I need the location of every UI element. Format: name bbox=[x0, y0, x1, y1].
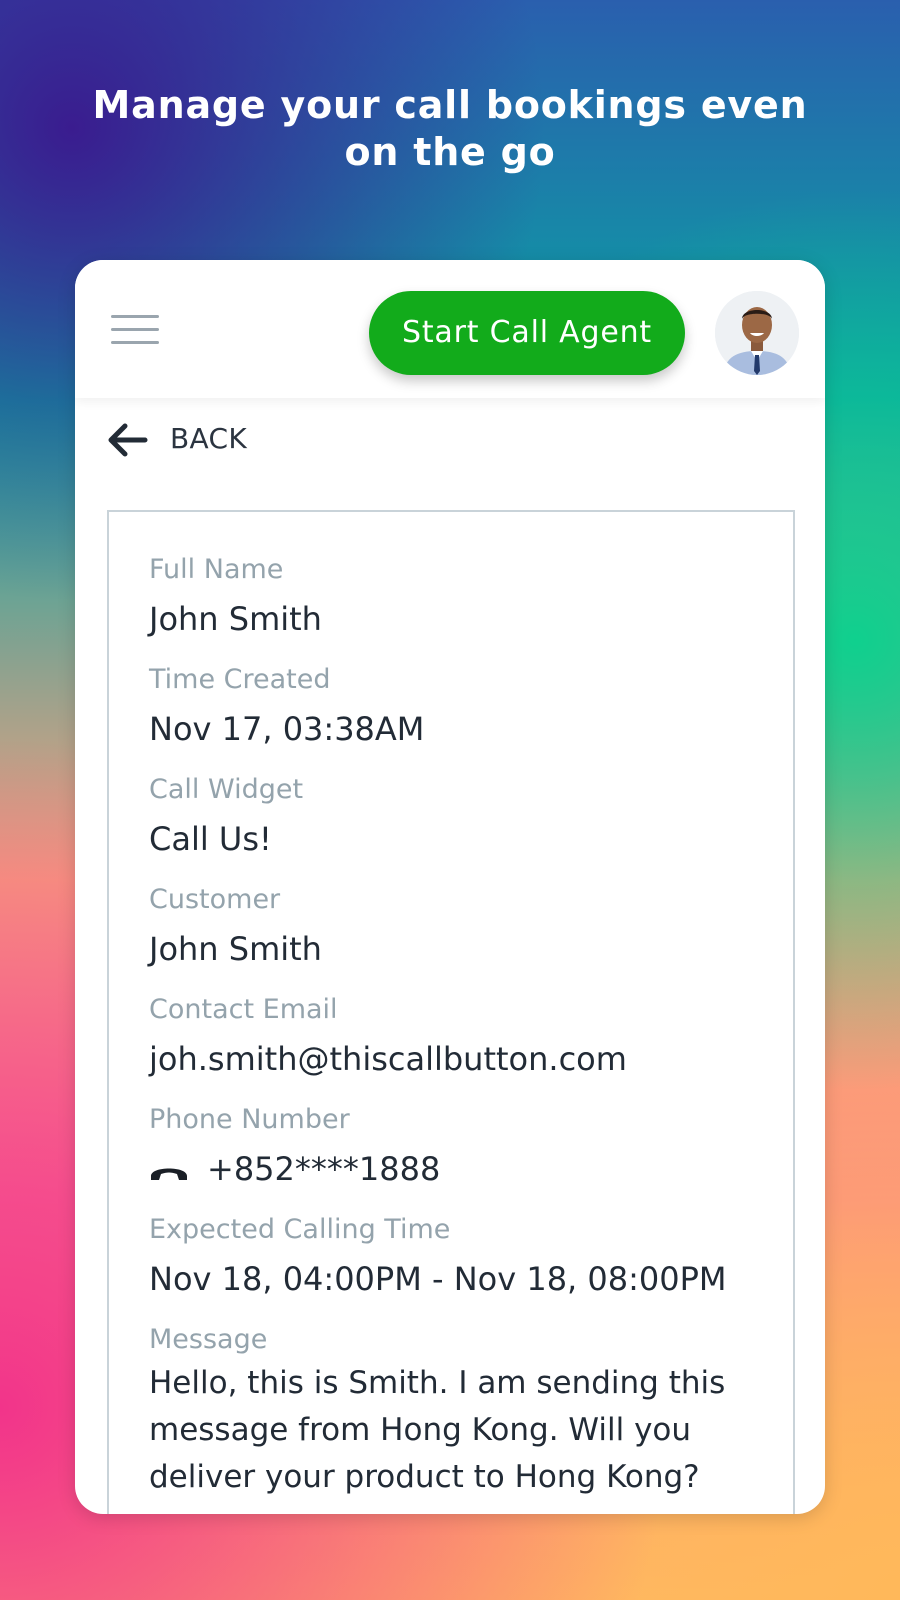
contact-email-label: Contact Email bbox=[149, 994, 338, 1025]
call-widget-label: Call Widget bbox=[149, 774, 304, 805]
message-label: Message bbox=[149, 1324, 268, 1355]
phone-icon[interactable] bbox=[149, 1160, 189, 1184]
expected-calling-time-value: Nov 18, 04:00PM - Nov 18, 08:00PM bbox=[149, 1260, 727, 1298]
start-call-agent-button[interactable]: Start Call Agent bbox=[369, 291, 685, 375]
back-button[interactable]: BACK bbox=[105, 418, 265, 462]
page-headline: Manage your call bookings even on the go bbox=[92, 83, 808, 174]
phone-number-value[interactable]: +852****1888 bbox=[207, 1150, 440, 1188]
top-bar: Start Call Agent bbox=[75, 260, 825, 398]
customer-label: Customer bbox=[149, 884, 281, 915]
full-name-label: Full Name bbox=[149, 554, 284, 585]
booking-detail-card: Start Call Agent BACK Full Name John Smi… bbox=[75, 260, 825, 1514]
time-created-value: Nov 17, 03:38AM bbox=[149, 710, 425, 748]
user-avatar[interactable] bbox=[715, 291, 799, 375]
phone-number-label: Phone Number bbox=[149, 1104, 350, 1135]
booking-details-panel: Full Name John Smith Time Created Nov 17… bbox=[107, 510, 795, 1514]
back-label: BACK bbox=[170, 422, 247, 455]
full-name-value: John Smith bbox=[149, 600, 322, 638]
contact-email-value[interactable]: joh.smith@thiscallbutton.com bbox=[149, 1040, 627, 1078]
expected-calling-time-label: Expected Calling Time bbox=[149, 1214, 451, 1245]
message-value: Hello, this is Smith. I am sending this … bbox=[149, 1365, 726, 1495]
arrow-left-icon bbox=[108, 423, 148, 457]
time-created-label: Time Created bbox=[149, 664, 331, 695]
call-widget-value: Call Us! bbox=[149, 820, 272, 858]
customer-value: John Smith bbox=[149, 930, 322, 968]
hamburger-menu-icon[interactable] bbox=[111, 315, 159, 347]
